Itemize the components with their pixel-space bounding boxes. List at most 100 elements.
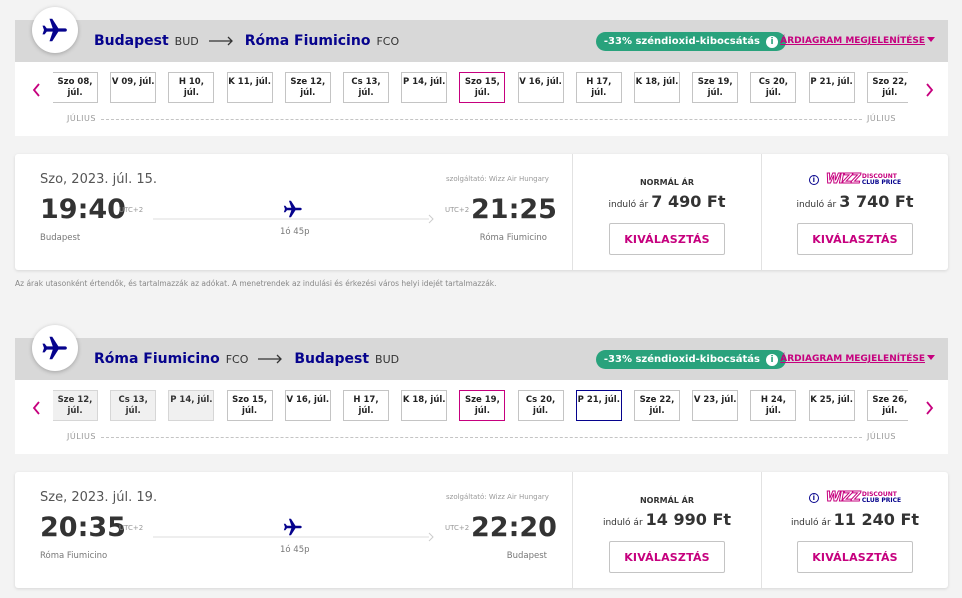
prev-dates-button[interactable] [29, 398, 43, 418]
price-chart-link[interactable]: ÁRDIAGRAM MEGJELENÍTÉSE [780, 354, 935, 364]
date-line1: Sze 12, [57, 395, 93, 405]
normal-fare-column: NORMÁL ÁR induló ár 14 990 Ft KIVÁLASZTÁS [572, 472, 761, 588]
departure-city: Budapest [40, 233, 81, 243]
date-option[interactable]: V 23, júl. [692, 390, 739, 421]
flight-duration: 1ó 45p [280, 545, 310, 555]
date-line1: Sze 26, [872, 395, 908, 405]
club-fare-price: induló ár 11 240 Ft [762, 510, 948, 529]
price-chart-link[interactable]: ÁRDIAGRAM MEGJELENÍTÉSE [780, 36, 935, 46]
info-icon[interactable]: i [766, 353, 778, 366]
date-option[interactable]: K 25, júl. [808, 390, 855, 421]
select-club-fare-button[interactable]: KIVÁLASZTÁS [797, 541, 913, 573]
date-line2: júl. [882, 88, 898, 98]
arrival-time: 22:20 [471, 512, 557, 543]
date-option[interactable]: Cs 13, júl. [343, 72, 389, 103]
date-line1: Szo 15, [464, 77, 500, 87]
date-option[interactable]: Sze 12, júl. [284, 72, 331, 103]
inbound-route: Róma Fiumicino FCO Budapest BUD [94, 351, 399, 367]
date-line2: júl. [358, 88, 374, 98]
date-option[interactable]: Szo 08, júl. [53, 72, 98, 103]
info-icon[interactable]: i [766, 35, 778, 48]
date-option[interactable]: P 21, júl. [575, 390, 622, 421]
date-option[interactable]: Sze 26, júl. [866, 390, 908, 421]
date-option[interactable]: H 10, júl. [168, 72, 215, 103]
dest-city: Róma Fiumicino [244, 33, 371, 49]
date-option[interactable]: Cs 20, júl. [517, 390, 564, 421]
info-icon[interactable]: i [808, 174, 819, 185]
date-option[interactable]: Szo 22, júl. [866, 72, 908, 103]
prev-dates-button[interactable] [29, 80, 43, 100]
date-line2: júl. [474, 88, 490, 98]
price-value: 14 990 Ft [645, 510, 732, 529]
arrival-utc: UTC+2 [445, 206, 470, 214]
date-line1: Szo 22, [872, 77, 908, 87]
plane-icon [282, 198, 304, 224]
date-line1: V 09, júl. [111, 77, 155, 87]
date-option[interactable]: Szo 15, júl. [459, 72, 506, 103]
date-option[interactable]: V 16, júl. [284, 390, 331, 421]
date-option[interactable]: K 11, júl. [226, 72, 273, 103]
co2-badge[interactable]: -33% széndioxid-kibocsátás i [595, 350, 786, 369]
from-label: induló ár [608, 200, 649, 210]
date-line1: Szo 08, [57, 77, 93, 87]
next-dates-button[interactable] [922, 80, 936, 100]
arrival-utc: UTC+2 [445, 524, 470, 532]
date-line1: Szo 15, [232, 395, 268, 405]
date-option[interactable]: K 18, júl. [634, 72, 680, 103]
next-dates-button[interactable] [922, 398, 936, 418]
normal-fare-column: NORMÁL ÁR induló ár 7 490 Ft KIVÁLASZTÁS [572, 154, 761, 270]
from-label: induló ár [602, 518, 643, 528]
date-option[interactable]: Sze 22, júl. [634, 390, 680, 421]
select-normal-fare-button[interactable]: KIVÁLASZTÁS [609, 541, 725, 573]
date-line1: P 21, júl. [577, 395, 620, 405]
date-line2: júl. [707, 88, 723, 98]
plane-icon [282, 516, 304, 542]
origin-city: Budapest [94, 33, 169, 49]
date-line1: H 17, [586, 77, 612, 87]
flight-duration: 1ó 45p [280, 227, 310, 237]
inbound-date-carousel: Sze 12, júl. Cs 13, júl. P 14, júl. Szo 15, jú… [15, 380, 948, 454]
date-option[interactable]: P 14, júl. [401, 72, 448, 103]
outbound-route: Budapest BUD Róma Fiumicino FCO [94, 33, 399, 49]
price-chart-label: ÁRDIAGRAM MEGJELENÍTÉSE [780, 36, 925, 46]
caret-down-icon [927, 355, 935, 360]
date-line1: K 18, júl. [635, 77, 679, 87]
date-option[interactable]: H 17, júl. [343, 390, 389, 421]
normal-fare-price: induló ár 14 990 Ft [573, 510, 761, 529]
discount-club-logo: i WIZZ DISCOUNT CLUB PRICE [762, 490, 948, 506]
date-option[interactable]: Sze 19, júl. [692, 72, 739, 103]
date-line2: júl. [67, 406, 83, 416]
date-option[interactable]: V 09, júl. [110, 72, 157, 103]
wizz-club-logo: WIZZ DISCOUNT CLUB PRICE [825, 172, 901, 188]
inbound-section: Róma Fiumicino FCO Budapest BUD -33% szé… [15, 325, 948, 454]
outbound-header: Budapest BUD Róma Fiumicino FCO -33% szé… [15, 7, 948, 62]
date-line1: K 18, júl. [402, 395, 446, 405]
co2-badge[interactable]: -33% széndioxid-kibocsátás i [595, 32, 786, 51]
date-line2: júl. [765, 406, 781, 416]
date-option[interactable]: V 16, júl. [517, 72, 564, 103]
date-line2: júl. [358, 406, 374, 416]
info-icon[interactable]: i [808, 492, 819, 503]
operator-text: szolgáltató: Wizz Air Hungary [446, 175, 549, 183]
departure-time: 19:40 [40, 194, 126, 225]
arrival-city: Budapest [506, 551, 547, 561]
date-option[interactable]: Cs 20, júl. [750, 72, 797, 103]
date-option[interactable]: K 18, júl. [401, 390, 448, 421]
date-option[interactable]: H 24, júl. [750, 390, 797, 421]
date-line1: P 14, júl. [170, 395, 213, 405]
price-value: 3 740 Ft [839, 192, 914, 211]
club-fare-price: induló ár 3 740 Ft [762, 192, 948, 211]
select-normal-fare-button[interactable]: KIVÁLASZTÁS [609, 223, 725, 255]
date-option[interactable]: Szo 15, júl. [226, 390, 273, 421]
arrival-city: Róma Fiumicino [479, 233, 547, 243]
flight-date: Szo, 2023. júl. 15. [40, 172, 158, 187]
departure-utc: UTC+2 [119, 524, 144, 532]
dest-city: Budapest [294, 351, 370, 367]
date-line1: V 16, júl. [519, 77, 562, 87]
date-line1: K 11, júl. [228, 77, 271, 87]
select-club-fare-button[interactable]: KIVÁLASZTÁS [797, 223, 913, 255]
date-option[interactable]: H 17, júl. [575, 72, 622, 103]
price-chart-label: ÁRDIAGRAM MEGJELENÍTÉSE [780, 354, 925, 364]
date-option[interactable]: P 21, júl. [808, 72, 855, 103]
date-option[interactable]: Sze 19, júl. [459, 390, 506, 421]
